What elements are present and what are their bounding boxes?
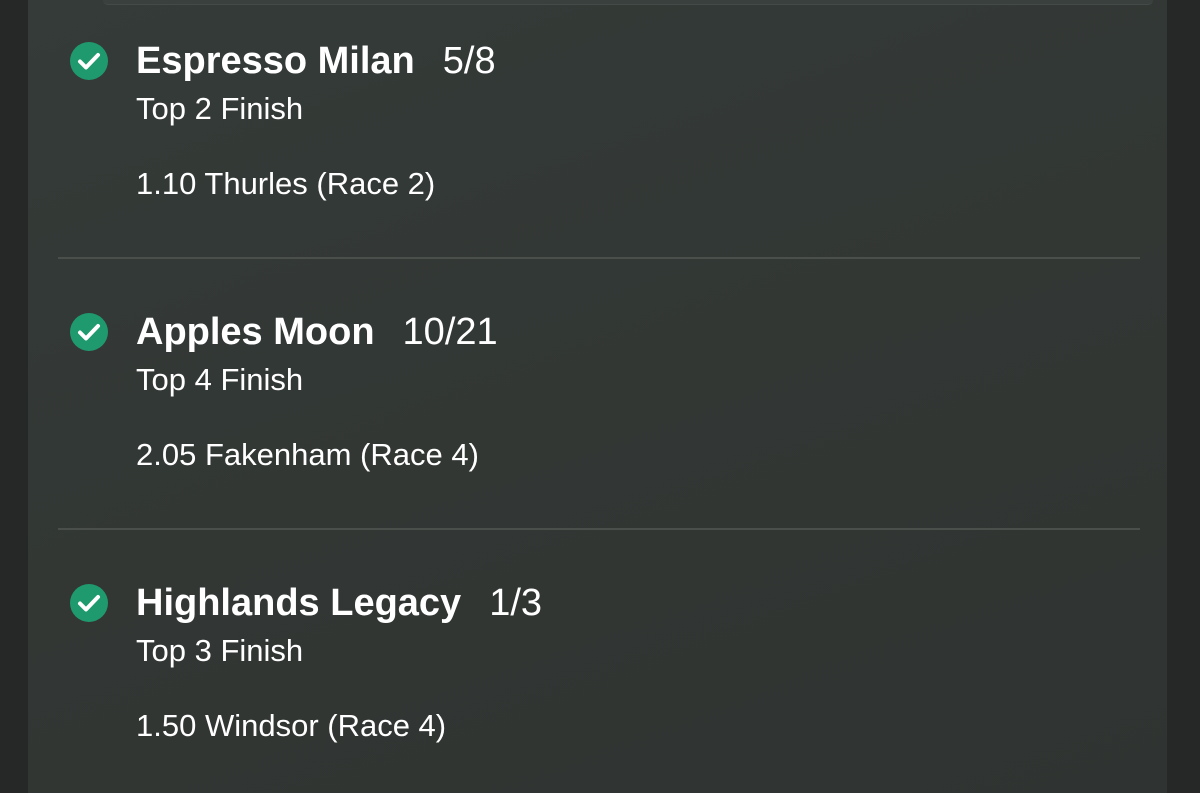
selection-item: Highlands Legacy 1/3 Top 3 Finish 1.50 Wi… xyxy=(28,542,1167,793)
selection-title: Apples Moon 10/21 xyxy=(136,310,498,354)
selection-item: Apples Moon 10/21 Top 4 Finish 2.05 Faken… xyxy=(28,271,1167,542)
market-type: Top 2 Finish xyxy=(136,91,304,126)
selection-title: Highlands Legacy 1/3 xyxy=(136,581,542,625)
race-info: 2.05 Fakenham (Race 4) xyxy=(136,437,479,472)
selection-title: Espresso Milan 5/8 xyxy=(136,39,496,83)
selection-odds: 5/8 xyxy=(442,40,496,82)
horse-name: Apples Moon xyxy=(136,311,375,353)
divider xyxy=(58,528,1140,530)
check-circle-icon xyxy=(70,42,108,80)
horse-name: Espresso Milan xyxy=(136,40,415,82)
race-info: 1.10 Thurles (Race 2) xyxy=(136,166,436,201)
selection-item: Espresso Milan 5/8 Top 2 Finish 1.10 Thur… xyxy=(28,0,1167,271)
selection-odds: 1/3 xyxy=(489,582,543,624)
race-info: 1.50 Windsor (Race 4) xyxy=(136,708,447,743)
selections-panel: Espresso Milan 5/8 Top 2 Finish 1.10 Thur… xyxy=(28,0,1167,793)
selection-odds: 10/21 xyxy=(402,311,498,353)
divider xyxy=(58,257,1140,259)
market-type: Top 4 Finish xyxy=(136,362,304,397)
bet-receipt-page: Espresso Milan 5/8 Top 2 Finish 1.10 Thur… xyxy=(0,0,1200,793)
check-circle-icon xyxy=(70,313,108,351)
horse-name: Highlands Legacy xyxy=(136,582,462,624)
check-circle-icon xyxy=(70,584,108,622)
market-type: Top 3 Finish xyxy=(136,633,304,668)
